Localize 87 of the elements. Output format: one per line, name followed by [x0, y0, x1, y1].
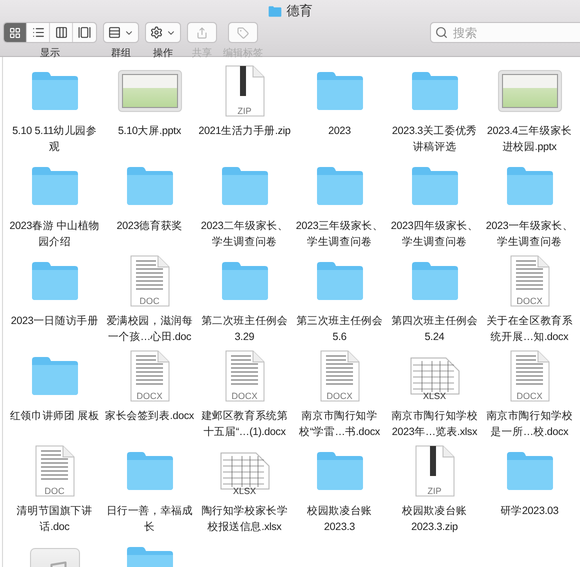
file-name[interactable]: 校园欺凌台账2023.3.zip	[388, 503, 482, 535]
document-icon	[510, 350, 550, 402]
document-icon	[34, 445, 74, 497]
view-mode-button[interactable]	[4, 23, 27, 42]
file-name[interactable]: 爱满校园，滋润每一个孩…心田.doc	[102, 313, 196, 345]
column-view-icon	[54, 26, 68, 39]
file-name[interactable]: 第三次班主任例会5.6	[292, 313, 386, 345]
folder-icon	[30, 166, 80, 206]
search-icon	[435, 26, 448, 39]
file-name[interactable]: 陶行知学校家长学校报送信息.xlsx	[198, 503, 292, 535]
folder-icon	[504, 166, 554, 206]
toolbar-label: 显示	[40, 47, 60, 60]
folder-icon	[504, 451, 554, 491]
folder-icon	[124, 166, 174, 206]
file-name[interactable]: 2023三年级家长、学生调查问卷	[292, 218, 386, 250]
gallery-view-icon	[78, 26, 91, 39]
folder-icon	[314, 71, 364, 111]
folder-icon	[30, 356, 80, 396]
file-name[interactable]: 2023.3关工委优秀讲稿评选	[388, 123, 482, 155]
file-name[interactable]: 南京市陶行知学校2023年…览表.xlsx	[388, 408, 482, 440]
file-name[interactable]: 建邺区教育系统第十五届“…(1).docx	[198, 408, 292, 440]
file-name[interactable]: 2023德育获奖	[102, 218, 196, 234]
file-name[interactable]: 2021生活力手册.zip	[198, 123, 292, 139]
slide-thumbnail	[498, 70, 562, 112]
zip-archive-icon	[414, 445, 454, 497]
file-type-label: DOCX	[136, 391, 162, 401]
file-name[interactable]: 2023.4三年级家长进校园.pptx	[482, 123, 576, 155]
file-name[interactable]: 南京市陶行知学校“学雷…书.docx	[292, 408, 386, 440]
folder-icon	[30, 261, 80, 301]
file-name[interactable]: 2023春游 中山植物园介绍	[8, 218, 102, 250]
group-button[interactable]	[103, 22, 139, 43]
settings-icon	[150, 26, 163, 39]
grid-icon	[108, 26, 121, 39]
file-name[interactable]: 南京市陶行知学校是一所…校.docx	[482, 408, 576, 440]
folder-icon	[410, 166, 460, 206]
folder-icon	[314, 451, 364, 491]
file-name[interactable]: 清明节国旗下讲话.doc	[8, 503, 102, 535]
folder-icon	[124, 451, 174, 491]
file-type-label: ZIP	[428, 486, 442, 496]
icon-view-icon	[9, 26, 21, 38]
document-icon	[130, 350, 170, 402]
folder-icon	[410, 71, 460, 111]
tag-icon	[237, 26, 249, 38]
file-name[interactable]: 校园欺凌台账2023.3	[292, 503, 386, 535]
file-type-label: ZIP	[238, 106, 252, 116]
file-type-label: DOC	[140, 296, 160, 306]
document-icon	[224, 350, 264, 402]
window-title: 德育	[286, 2, 312, 20]
share-icon	[196, 26, 208, 38]
file-type-label: DOCX	[326, 391, 352, 401]
file-type-label: DOCX	[516, 296, 542, 306]
folder-icon	[220, 261, 270, 301]
slide-thumbnail	[118, 70, 182, 112]
folder-icon	[220, 166, 270, 206]
file-name[interactable]: 家长会签到表.docx	[102, 408, 196, 424]
file-name[interactable]: 2023	[292, 123, 386, 139]
search-field[interactable]: 搜索	[430, 22, 580, 43]
file-type-label: DOCX	[232, 391, 258, 401]
document-icon	[320, 350, 360, 402]
action-button[interactable]	[145, 22, 181, 43]
file-type-label: DOCX	[516, 391, 542, 401]
file-name[interactable]: 2023一年级家长、学生调查问卷	[482, 218, 576, 250]
file-name[interactable]: 2023一日随访手册	[8, 313, 102, 329]
folder-icon	[30, 71, 80, 111]
file-name[interactable]: 2023四年级家长、学生调查问卷	[388, 218, 482, 250]
file-name[interactable]: 5.10 5.11幼儿园参观	[8, 123, 102, 155]
file-name[interactable]: 关于在全区教育系统开展…知.docx	[482, 313, 576, 345]
file-type-label: XLSX	[423, 391, 446, 401]
file-name[interactable]: 5.10大屏.pptx	[102, 123, 196, 139]
toolbar-label: 群组	[111, 47, 131, 60]
document-icon	[510, 255, 550, 307]
file-type-label: DOC	[44, 486, 64, 496]
zip-archive-icon	[224, 65, 264, 117]
file-name[interactable]: 第二次班主任例会3.29	[198, 313, 292, 345]
file-name[interactable]: 2023二年级家长、学生调查问卷	[198, 218, 292, 250]
folder-icon	[314, 261, 364, 301]
folder-icon	[268, 6, 282, 16]
document-icon	[130, 255, 170, 307]
toolbar-label: 操作	[153, 47, 173, 60]
list-view-icon	[32, 26, 44, 39]
file-name[interactable]: 日行一善，幸福成长	[102, 503, 196, 535]
folder-icon	[314, 166, 364, 206]
file-name[interactable]: 研学2023.03	[482, 503, 576, 519]
folder-icon	[410, 261, 460, 301]
file-name[interactable]: 红领巾讲师团 展板	[8, 408, 102, 424]
file-type-label: XLSX	[233, 486, 256, 496]
file-name[interactable]: 第四次班主任例会5.24	[388, 313, 482, 345]
